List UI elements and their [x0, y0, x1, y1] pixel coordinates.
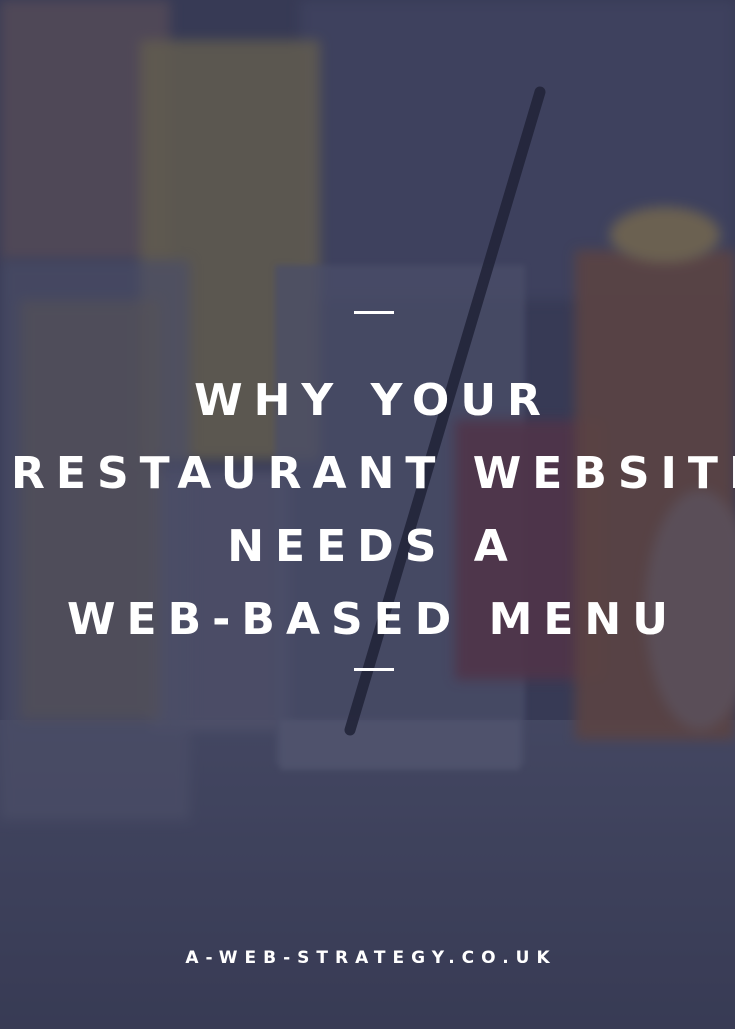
headline-line-4: WEB-BASED MENU: [67, 594, 679, 645]
divider-bottom: [354, 668, 394, 671]
divider-top: [354, 311, 394, 314]
site-url: A-WEB-STRATEGY.CO.UK: [185, 948, 557, 968]
pinterest-poster: WHY YOUR RESTAURANT WEBSITE NEEDS A WEB-…: [0, 0, 735, 1029]
headline-line-1: WHY YOUR: [194, 375, 552, 426]
headline: WHY YOUR RESTAURANT WEBSITE NEEDS A WEB-…: [0, 364, 735, 656]
headline-line-2: RESTAURANT WEBSITE: [11, 448, 735, 499]
headline-line-3: NEEDS A: [227, 521, 519, 572]
